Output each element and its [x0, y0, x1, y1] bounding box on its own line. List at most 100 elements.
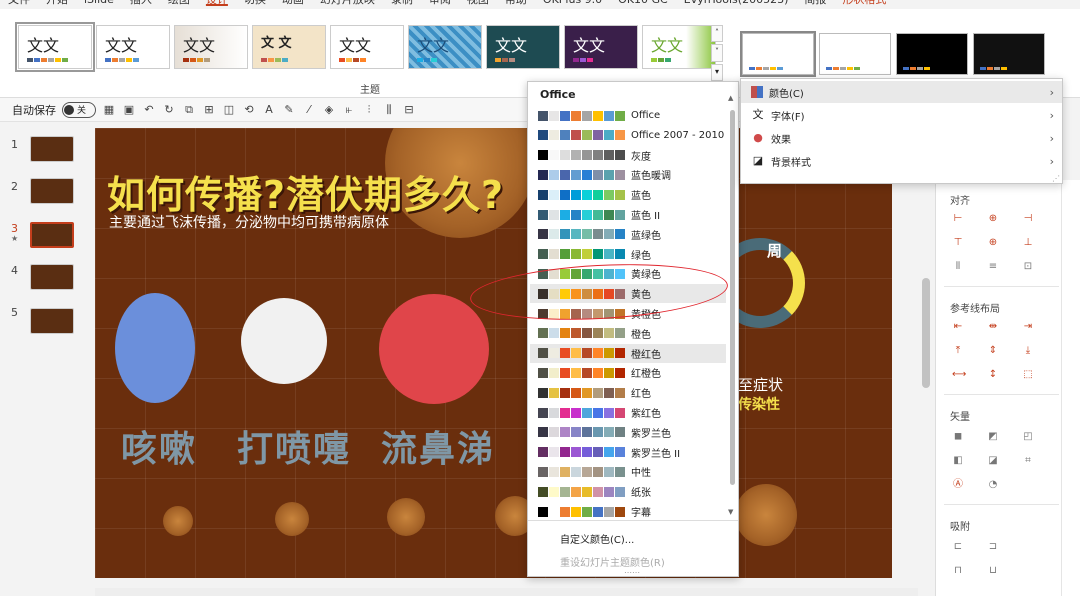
scroll-thumb[interactable] [922, 278, 930, 388]
resize-grip-icon[interactable]: ⋰ [1052, 174, 1060, 183]
theme-5[interactable]: 文文 [330, 25, 404, 69]
distribute-icon[interactable]: ⫼ [382, 103, 396, 117]
scroll-down-icon[interactable]: ▼ [728, 508, 733, 516]
theme-3[interactable]: 文文 [174, 25, 248, 69]
theme-7[interactable]: 文文 [486, 25, 560, 69]
subtract-icon[interactable]: ◪ [987, 456, 999, 466]
menu-item-background-styles[interactable]: ◪ 背景样式 › [741, 150, 1062, 172]
color-scheme-item[interactable]: 橙红色 [530, 343, 726, 363]
theme-2[interactable]: 文文 [96, 25, 170, 69]
undo-icon[interactable]: ↶ [142, 103, 156, 117]
save-icon[interactable]: ▣ [122, 103, 136, 117]
snap-top-icon[interactable]: ⊓ [952, 566, 964, 576]
fill-icon[interactable]: ◈ [322, 103, 336, 117]
menu-item-fonts[interactable]: 文 字体(F) › [741, 104, 1062, 126]
color-scheme-item[interactable]: 字幕 [530, 502, 726, 521]
color-scheme-item[interactable]: 红橙色 [530, 363, 726, 382]
fragment-icon[interactable]: ◰ [1022, 432, 1034, 442]
tab-slideshow[interactable]: 幻灯片放映 [312, 0, 383, 8]
theme-4[interactable]: 文 文 [252, 25, 326, 69]
align-center-icon[interactable]: ⫶ [362, 103, 376, 117]
slide-title[interactable]: 如何传播?潜伏期多久? [107, 164, 504, 219]
align-left-icon[interactable]: ⫦ [342, 103, 356, 117]
guide-middle-icon[interactable]: ⇕ [987, 346, 999, 356]
color-scheme-item[interactable]: 中性 [530, 462, 726, 481]
guide-vspan-icon[interactable]: ↕ [987, 370, 999, 380]
guide-right-icon[interactable]: ⇥ [1022, 322, 1034, 332]
shape-copy-icon[interactable]: ⧉ [182, 103, 196, 117]
guide-hspan-icon[interactable]: ⟷ [952, 370, 966, 380]
variant-1[interactable] [740, 31, 816, 77]
guide-frame-icon[interactable]: ⬚ [1022, 370, 1034, 380]
align-center-icon[interactable]: ⊕ [987, 214, 999, 224]
textbox-icon[interactable]: A [262, 103, 276, 117]
color-scheme-item[interactable]: 紫罗兰色 II [530, 443, 726, 462]
cough-label[interactable]: 咳嗽 [121, 420, 197, 472]
shape-edit-icon[interactable]: ◔ [987, 480, 999, 490]
format-painter-icon[interactable]: ✎ [282, 103, 296, 117]
tab-jianbao[interactable]: 简报 [796, 0, 834, 8]
color-scheme-item[interactable]: Office 2007 - 2010 [530, 126, 726, 145]
tab-islide[interactable]: iSlide [76, 0, 122, 8]
align-right-icon[interactable]: ⊣ [1022, 214, 1034, 224]
variant-2[interactable] [819, 33, 891, 75]
slide-canvas[interactable]: 如何传播?潜伏期多久? 主要通过飞沫传播，分泌物中均可携带病原体 咳嗽 打喷嚏 … [95, 128, 892, 578]
align-bottom-icon[interactable]: ⊥ [1022, 238, 1034, 248]
tab-help[interactable]: 帮助 [497, 0, 535, 8]
theme-office[interactable]: 文文 [15, 22, 95, 72]
variant-4[interactable] [973, 33, 1045, 75]
text-to-shape-icon[interactable]: Ⓐ [952, 480, 964, 490]
theme-8[interactable]: 文文 [564, 25, 638, 69]
align-left-icon[interactable]: ⊢ [952, 214, 964, 224]
snap-bottom-icon[interactable]: ⊔ [987, 566, 999, 576]
slide-thumbnail-4[interactable] [30, 264, 74, 290]
tab-design[interactable]: 设计 [198, 0, 236, 8]
color-scheme-item[interactable]: 纸张 [530, 482, 726, 501]
sneezing-person-illustration[interactable] [241, 298, 327, 384]
guide-center-icon[interactable]: ⇹ [987, 322, 999, 332]
tab-animations[interactable]: 动画 [274, 0, 312, 8]
menu-item-colors[interactable]: 颜色(C) › [741, 81, 1062, 103]
color-scheme-item[interactable]: 橙色 [530, 324, 726, 343]
equal-spacing-icon[interactable]: ⊡ [1022, 262, 1034, 272]
distribute-vertical-icon[interactable]: ≡ [987, 262, 999, 272]
align-middle-icon[interactable]: ⊟ [402, 103, 416, 117]
intersect-icon[interactable]: ◧ [952, 456, 964, 466]
slide-thumbnail-1[interactable] [30, 136, 74, 162]
redo-icon[interactable]: ↻ [162, 103, 176, 117]
menu-item-effects[interactable]: ● 效果 › [741, 127, 1062, 149]
snap-right-icon[interactable]: ⊐ [987, 542, 999, 552]
resize-grip-icon[interactable]: ⋯⋯ [624, 568, 640, 577]
combine-icon[interactable]: ◩ [987, 432, 999, 442]
tab-draw[interactable]: 绘图 [160, 0, 198, 8]
tab-record[interactable]: 录制 [383, 0, 421, 8]
distribute-horizontal-icon[interactable]: ⫴ [952, 262, 964, 272]
theme-6[interactable]: 文文 [408, 25, 482, 69]
color-scheme-item[interactable]: 蓝色 [530, 185, 726, 204]
color-scheme-item[interactable]: 绿色 [530, 245, 726, 264]
color-scheme-item[interactable]: 蓝色暖调 [530, 165, 726, 184]
variant-3[interactable] [896, 33, 968, 75]
group-icon[interactable]: ⊞ [202, 103, 216, 117]
slide-subtitle[interactable]: 主要通过飞沫传播，分泌物中均可携带病原体 [109, 212, 389, 232]
color-scheme-item[interactable]: 紫罗兰色 [530, 423, 726, 442]
dropdown-scrollbar[interactable]: ▲ ▼ [728, 94, 737, 520]
align-middle-icon[interactable]: ⊕ [987, 238, 999, 248]
coughing-person-illustration[interactable] [115, 293, 195, 403]
sneeze-label[interactable]: 打喷嚏 [237, 420, 351, 472]
eyedropper-icon[interactable]: ⁄ [302, 103, 316, 117]
vertical-scrollbar[interactable] [918, 128, 935, 588]
tab-file[interactable]: 文件 [0, 0, 38, 8]
scroll-up-icon[interactable]: ▲ [728, 94, 733, 102]
tab-okplus[interactable]: OKPlus 9.0 [535, 0, 610, 8]
color-scheme-item[interactable]: 红色 [530, 383, 726, 402]
runny-nose-person-illustration[interactable] [379, 294, 489, 404]
color-scheme-item[interactable]: Office [530, 106, 726, 125]
gallery-down-button[interactable]: ˅ [711, 44, 723, 62]
guide-bottom-icon[interactable]: ⤓ [1022, 346, 1034, 356]
tab-view[interactable]: 视图 [459, 0, 497, 8]
snap-left-icon[interactable]: ⊏ [952, 542, 964, 552]
tab-home[interactable]: 开始 [38, 0, 76, 8]
autosave-toggle[interactable]: 关 [62, 101, 96, 118]
tab-evyntools[interactable]: EvynTools(200523) [676, 0, 797, 8]
